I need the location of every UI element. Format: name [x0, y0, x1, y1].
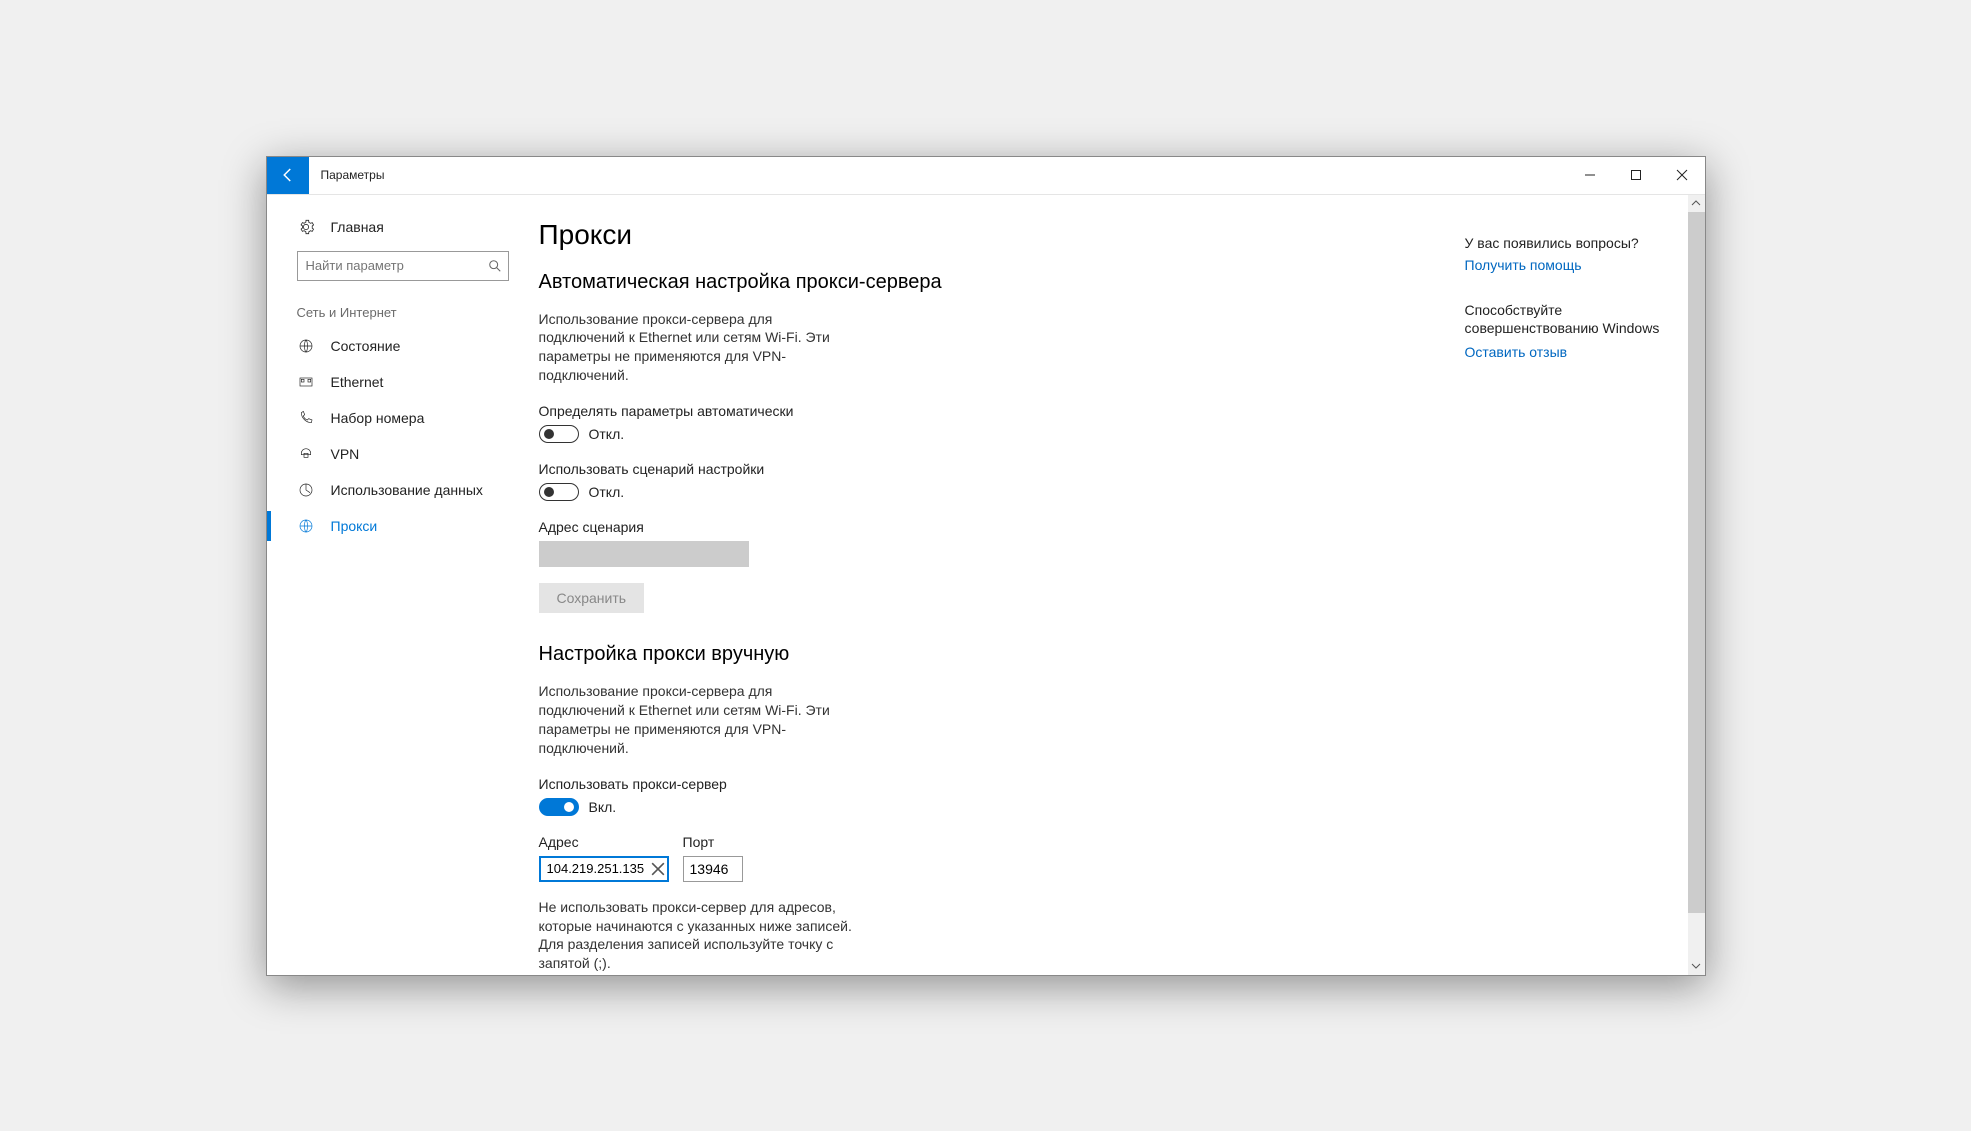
- addr-label: Адрес: [539, 834, 669, 850]
- use-proxy-toggle-row: Вкл.: [539, 798, 1259, 816]
- scroll-thumb[interactable]: [1688, 212, 1705, 913]
- addr-port-row: Адрес Порт: [539, 834, 1259, 882]
- manual-desc: Использование прокси-сервера для подключ…: [539, 682, 859, 758]
- titlebar: Параметры: [267, 157, 1705, 195]
- script-addr-input: [539, 541, 749, 567]
- scrollbar[interactable]: [1688, 195, 1705, 975]
- home-label: Главная: [331, 219, 384, 235]
- addr-wrap: [539, 856, 669, 882]
- minimize-icon: [1584, 169, 1596, 181]
- search-wrap: [267, 251, 519, 291]
- questions-label: У вас появились вопросы?: [1465, 235, 1675, 251]
- sidebar-item-proxy[interactable]: Прокси: [267, 508, 519, 544]
- close-button[interactable]: [1659, 157, 1705, 194]
- sidebar-item-ethernet[interactable]: Ethernet: [267, 364, 519, 400]
- right-column: У вас появились вопросы? Получить помощь…: [1465, 219, 1675, 951]
- sidebar-item-label: Использование данных: [331, 482, 483, 498]
- maximize-button[interactable]: [1613, 157, 1659, 194]
- scroll-track[interactable]: [1688, 212, 1705, 958]
- content-area: Прокси Автоматическая настройка прокси-с…: [519, 195, 1705, 975]
- port-label: Порт: [683, 834, 743, 850]
- close-icon: [1676, 169, 1688, 181]
- page-title: Прокси: [539, 219, 1259, 251]
- sidebar-item-label: Состояние: [331, 338, 401, 354]
- addr-column: Адрес: [539, 834, 669, 882]
- search-box[interactable]: [297, 251, 509, 281]
- detect-toggle[interactable]: [539, 425, 579, 443]
- detect-label: Определять параметры автоматически: [539, 403, 1259, 419]
- detect-state: Откл.: [589, 426, 625, 442]
- globe-icon: [297, 518, 315, 534]
- scroll-up-arrow[interactable]: [1688, 195, 1705, 212]
- script-label: Использовать сценарий настройки: [539, 461, 1259, 477]
- chevron-down-icon: [1691, 961, 1701, 971]
- sidebar-item-data-usage[interactable]: Использование данных: [267, 472, 519, 508]
- data-icon: [297, 482, 315, 498]
- back-button[interactable]: [267, 157, 309, 194]
- use-proxy-toggle[interactable]: [539, 798, 579, 816]
- use-proxy-label: Использовать прокси-сервер: [539, 776, 1259, 792]
- auto-desc: Использование прокси-сервера для подключ…: [539, 310, 859, 386]
- address-input[interactable]: [539, 856, 669, 882]
- search-icon: [488, 259, 502, 273]
- scroll-down-arrow[interactable]: [1688, 958, 1705, 975]
- sidebar-item-status[interactable]: Состояние: [267, 328, 519, 364]
- script-toggle[interactable]: [539, 483, 579, 501]
- improve-label: Способствуйте совершенствованию Windows: [1465, 301, 1675, 339]
- category-label: Сеть и Интернет: [267, 291, 519, 328]
- window-title: Параметры: [309, 157, 1567, 194]
- script-toggle-row: Откл.: [539, 483, 1259, 501]
- search-input[interactable]: [306, 258, 488, 273]
- sidebar-item-label: VPN: [331, 446, 360, 462]
- detect-toggle-row: Откл.: [539, 425, 1259, 443]
- maximize-icon: [1630, 169, 1642, 181]
- sidebar-item-label: Ethernet: [331, 374, 384, 390]
- feedback-link[interactable]: Оставить отзыв: [1465, 344, 1675, 360]
- port-column: Порт: [683, 834, 743, 882]
- clear-icon[interactable]: [651, 862, 665, 876]
- sidebar-item-dialup[interactable]: Набор номера: [267, 400, 519, 436]
- sidebar-item-vpn[interactable]: VPN: [267, 436, 519, 472]
- manual-heading: Настройка прокси вручную: [539, 643, 1259, 666]
- gear-icon: [297, 219, 315, 235]
- vpn-icon: [297, 446, 315, 462]
- window-body: Главная Сеть и Интернет Состояние E: [267, 195, 1705, 975]
- main-column: Прокси Автоматическая настройка прокси-с…: [539, 219, 1259, 951]
- auto-heading: Автоматическая настройка прокси-сервера: [539, 271, 1259, 294]
- get-help-link[interactable]: Получить помощь: [1465, 257, 1675, 273]
- script-addr-label: Адрес сценария: [539, 519, 1259, 535]
- ethernet-icon: [297, 374, 315, 390]
- window-controls: [1567, 157, 1705, 194]
- settings-window: Параметры Главная: [266, 156, 1706, 976]
- use-proxy-state: Вкл.: [589, 799, 617, 815]
- sidebar-item-label: Прокси: [331, 518, 378, 534]
- sidebar-item-label: Набор номера: [331, 410, 425, 426]
- except-desc: Не использовать прокси-сервер для адресо…: [539, 898, 879, 974]
- status-icon: [297, 338, 315, 354]
- auto-save-button: Сохранить: [539, 583, 645, 613]
- chevron-up-icon: [1691, 198, 1701, 208]
- script-state: Откл.: [589, 484, 625, 500]
- home-button[interactable]: Главная: [267, 209, 519, 245]
- port-input[interactable]: [683, 856, 743, 882]
- minimize-button[interactable]: [1567, 157, 1613, 194]
- arrow-left-icon: [279, 166, 297, 184]
- phone-icon: [297, 410, 315, 426]
- sidebar: Главная Сеть и Интернет Состояние E: [267, 195, 519, 975]
